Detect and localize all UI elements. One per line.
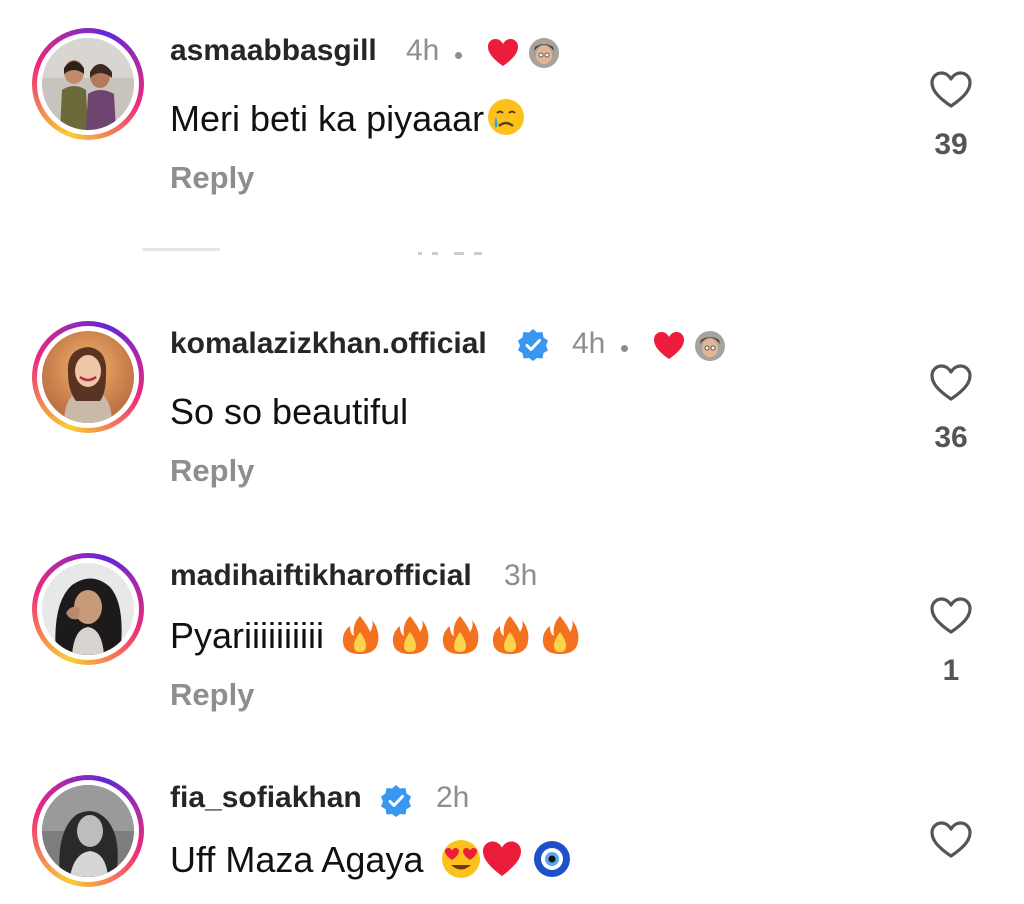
comment-text-content: Meri beti ka piyaaar [170,98,485,139]
separator-dot [621,345,628,352]
fire-icon [442,616,479,655]
comment-timestamp: 2h [436,781,470,814]
like-count: 1 [942,654,960,687]
fire-icon [492,616,529,655]
verified-badge-icon [381,785,411,817]
fire-icon [542,616,579,655]
red-heart-icon [488,39,518,66]
heart-outline-icon[interactable] [930,364,972,402]
comment-username[interactable]: fia_sofiakhan [170,781,362,815]
separator-dot [455,52,462,59]
comment-text-content: Uff Maza Agaya [170,839,424,880]
red-heart-icon [482,841,521,877]
heart-outline-icon[interactable] [930,821,972,859]
heart-outline-icon[interactable] [930,597,972,635]
creator-avatar [695,331,725,361]
avatar[interactable] [42,785,134,877]
comment-text: Uff Maza Agaya [170,839,572,881]
reply-button[interactable]: Reply [170,160,254,196]
red-heart-icon [654,332,684,359]
comment-text-content: Pyariiiiiiiiii [170,615,325,656]
reply-button[interactable]: Reply [170,453,254,489]
creator-avatar [529,38,559,68]
divider [142,248,220,251]
comment-text: Meri beti ka piyaaar [170,98,526,140]
nazar-amulet-icon [533,841,570,878]
heart-outline-icon[interactable] [930,71,972,109]
comment-username[interactable]: komalazizkhan.official [170,327,487,361]
reply-button[interactable]: Reply [170,677,254,713]
comment-timestamp: 4h [406,34,440,67]
comment-username[interactable]: madihaiftikharofficial [170,559,472,593]
comment-timestamp: 4h [572,327,606,360]
avatar[interactable] [42,38,134,130]
fire-icon [392,616,429,655]
comment-text: Pyariiiiiiiiii [170,615,580,657]
verified-badge-icon [518,329,548,361]
comment-text: So so beautiful [170,391,409,432]
avatar[interactable] [42,563,134,655]
heart-eyes-icon [441,840,480,879]
avatar[interactable] [42,331,134,423]
like-count: 39 [934,128,968,161]
crying-face-icon [488,99,525,136]
like-count: 36 [934,421,968,454]
comment-timestamp: 3h [504,559,538,592]
fire-icon [342,616,379,655]
fire-emoji-group [340,615,580,656]
comment-username[interactable]: asmaabbasgill [170,34,377,68]
divider [418,252,482,255]
